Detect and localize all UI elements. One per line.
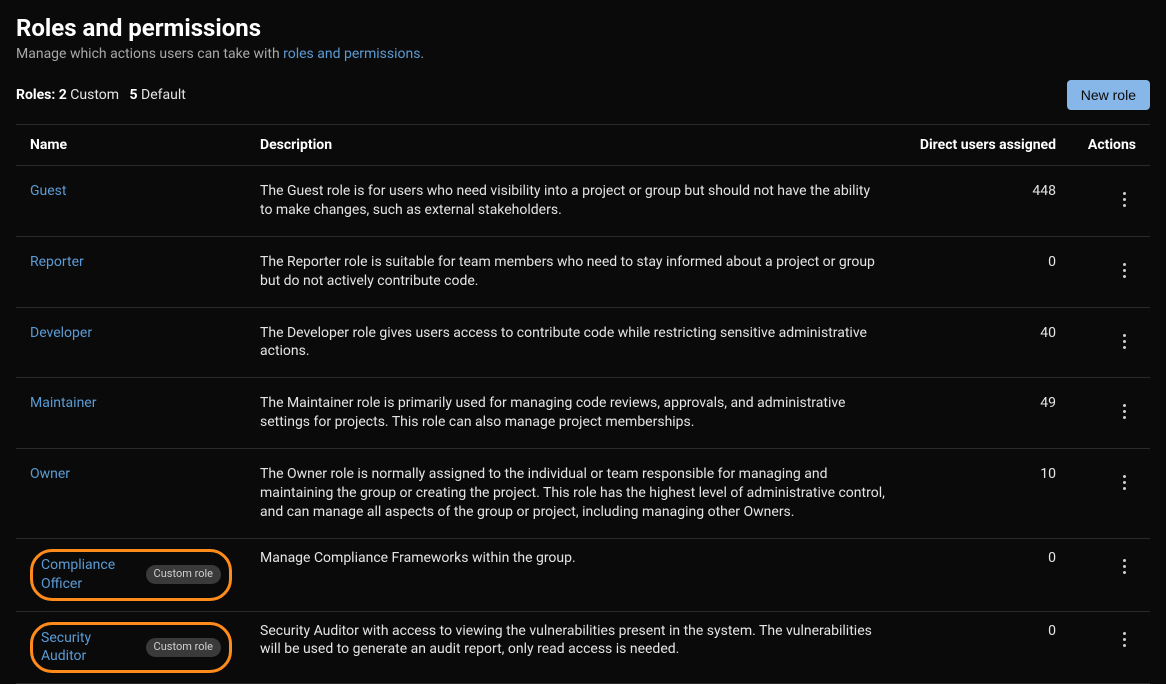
table-row: Owner The Owner role is normally assigne… (16, 449, 1150, 539)
custom-role-badge: Custom role (146, 565, 221, 584)
subtitle-prefix: Manage which actions users can take with (16, 46, 283, 62)
role-users: 0 (900, 538, 1070, 611)
role-name-link[interactable]: Developer (30, 325, 92, 341)
col-header-actions: Actions (1070, 125, 1150, 166)
role-name-link[interactable]: Compliance Officer (41, 556, 138, 594)
col-header-users: Direct users assigned (900, 125, 1070, 166)
role-description: Security Auditor with access to viewing … (246, 611, 900, 684)
page-subtitle: Manage which actions users can take with… (16, 46, 1150, 62)
row-actions-menu[interactable] (1112, 188, 1136, 212)
role-name-link[interactable]: Owner (30, 466, 70, 482)
subtitle-suffix: . (420, 46, 424, 62)
row-actions-menu[interactable] (1112, 471, 1136, 495)
role-description: The Developer role gives users access to… (246, 307, 900, 378)
role-description: The Reporter role is suitable for team m… (246, 236, 900, 307)
role-description: The Guest role is for users who need vis… (246, 166, 900, 237)
roles-permissions-link[interactable]: roles and permissions (283, 46, 420, 62)
role-users: 10 (900, 449, 1070, 539)
role-name-link[interactable]: Guest (30, 183, 66, 199)
role-name-link[interactable]: Security Auditor (41, 629, 138, 667)
role-name-link[interactable]: Maintainer (30, 395, 96, 411)
custom-label: Custom (70, 87, 119, 103)
table-row: Security Auditor Custom role Security Au… (16, 611, 1150, 684)
custom-role-badge: Custom role (146, 638, 221, 657)
role-name-link[interactable]: Reporter (30, 254, 84, 270)
table-row: Guest The Guest role is for users who ne… (16, 166, 1150, 237)
table-row: Maintainer The Maintainer role is primar… (16, 378, 1150, 449)
row-actions-menu[interactable] (1112, 258, 1136, 282)
table-row: Compliance Officer Custom role Manage Co… (16, 538, 1150, 611)
role-users: 0 (900, 236, 1070, 307)
role-users: 49 (900, 378, 1070, 449)
roles-label: Roles: (16, 87, 55, 103)
custom-count: 2 (59, 87, 67, 103)
roles-summary: Roles: 2 Custom 5 Default (16, 87, 186, 103)
role-description: Manage Compliance Frameworks within the … (246, 538, 900, 611)
role-users: 0 (900, 611, 1070, 684)
custom-role-highlight: Compliance Officer Custom role (30, 549, 232, 601)
role-users: 40 (900, 307, 1070, 378)
custom-role-highlight: Security Auditor Custom role (30, 622, 232, 674)
default-label: Default (141, 87, 186, 103)
row-actions-menu[interactable] (1112, 627, 1136, 651)
table-row: Developer The Developer role gives users… (16, 307, 1150, 378)
role-description: The Maintainer role is primarily used fo… (246, 378, 900, 449)
role-description: The Owner role is normally assigned to t… (246, 449, 900, 539)
new-role-button[interactable]: New role (1067, 80, 1150, 110)
col-header-name: Name (16, 125, 246, 166)
row-actions-menu[interactable] (1112, 400, 1136, 424)
page-title: Roles and permissions (16, 14, 1150, 42)
default-count: 5 (129, 87, 137, 103)
role-users: 448 (900, 166, 1070, 237)
row-actions-menu[interactable] (1112, 554, 1136, 578)
col-header-description: Description (246, 125, 900, 166)
table-row: Reporter The Reporter role is suitable f… (16, 236, 1150, 307)
roles-table: Name Description Direct users assigned A… (16, 124, 1150, 684)
row-actions-menu[interactable] (1112, 329, 1136, 353)
